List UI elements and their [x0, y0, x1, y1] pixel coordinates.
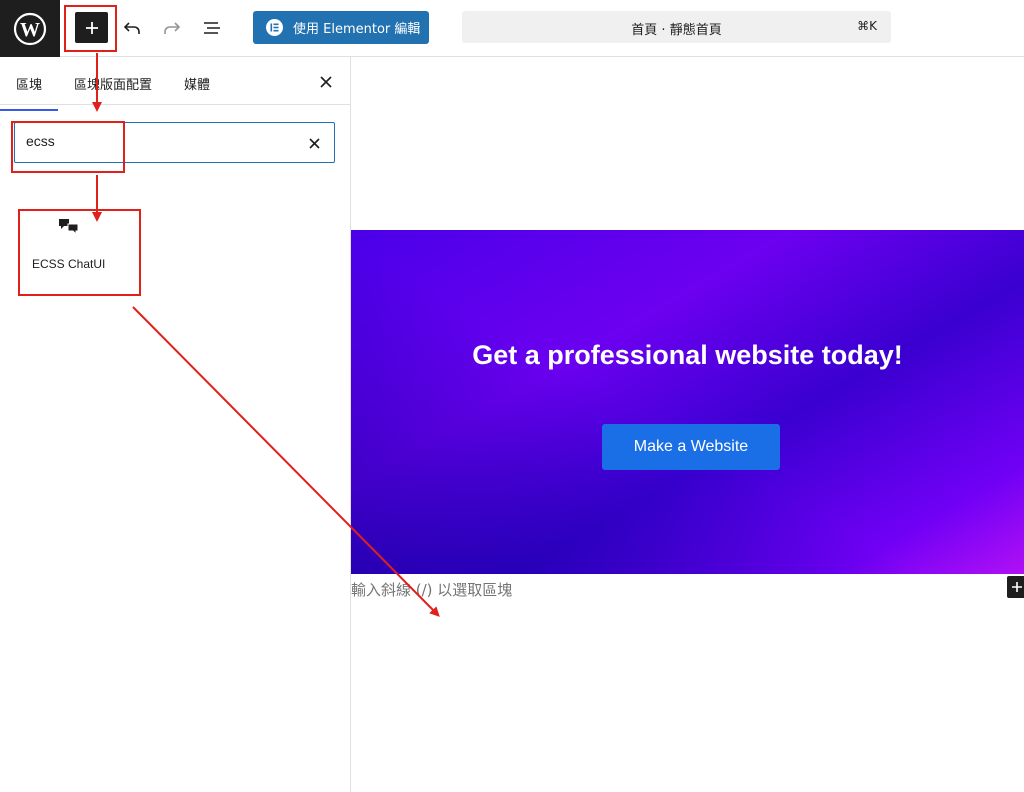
block-inserter-panel: 區塊 區塊版面配置 媒體 ECSS ChatUI: [0, 57, 351, 792]
document-overview-icon: [204, 22, 220, 34]
inline-block-inserter-button[interactable]: [1007, 576, 1024, 598]
block-search-field[interactable]: [14, 122, 335, 163]
edit-with-elementor-label: 使用 Elementor 編輯: [293, 22, 421, 37]
close-inserter-button[interactable]: [315, 71, 337, 93]
empty-block-placeholder[interactable]: 輸入斜線 (/) 以選取區塊: [351, 579, 512, 600]
edit-with-elementor-button[interactable]: 使用 Elementor 編輯: [253, 11, 429, 44]
chat-bubbles-icon: [59, 219, 79, 236]
document-title: 首頁 · 靜態首頁: [631, 23, 722, 38]
block-result-label: ECSS ChatUI: [32, 257, 106, 271]
editor-top-toolbar: W 使用 Elementor 編輯 首頁 · 靜態首頁 ⌘K: [0, 0, 1024, 57]
clear-search-button[interactable]: [304, 133, 324, 153]
wordpress-logo-button[interactable]: W: [0, 0, 60, 57]
wordpress-logo-icon: W: [13, 12, 47, 45]
elementor-logo-icon: [266, 19, 283, 36]
inserter-tabs: 區塊 區塊版面配置 媒體: [0, 57, 350, 111]
block-search-input[interactable]: [26, 133, 296, 149]
undo-button[interactable]: [118, 14, 146, 42]
tab-blocks[interactable]: 區塊: [0, 74, 59, 111]
block-inserter-toggle-button[interactable]: [75, 12, 108, 43]
hero-gradient-overlay: [351, 230, 1024, 574]
hero-cover-block[interactable]: Get a professional website today! Make a…: [351, 230, 1024, 574]
shortcut-hint: ⌘K: [857, 19, 877, 33]
plus-icon: [85, 21, 98, 34]
command-palette-bar[interactable]: 首頁 · 靜態首頁 ⌘K: [462, 11, 891, 43]
close-icon: [308, 137, 320, 149]
svg-text:W: W: [20, 19, 40, 41]
redo-button[interactable]: [158, 14, 186, 42]
hero-title[interactable]: Get a professional website today!: [351, 340, 1024, 371]
tab-media[interactable]: 媒體: [184, 74, 210, 93]
tab-patterns[interactable]: 區塊版面配置: [74, 74, 152, 93]
undo-icon: [123, 22, 140, 34]
editor-canvas: Get a professional website today! Make a…: [351, 57, 1024, 792]
document-overview-button[interactable]: [198, 14, 226, 42]
make-website-button[interactable]: Make a Website: [602, 424, 780, 470]
redo-icon: [164, 22, 181, 34]
block-result-ecss-chatui[interactable]: ECSS ChatUI: [22, 212, 134, 292]
plus-icon: [1012, 582, 1022, 592]
close-icon: [320, 76, 332, 88]
